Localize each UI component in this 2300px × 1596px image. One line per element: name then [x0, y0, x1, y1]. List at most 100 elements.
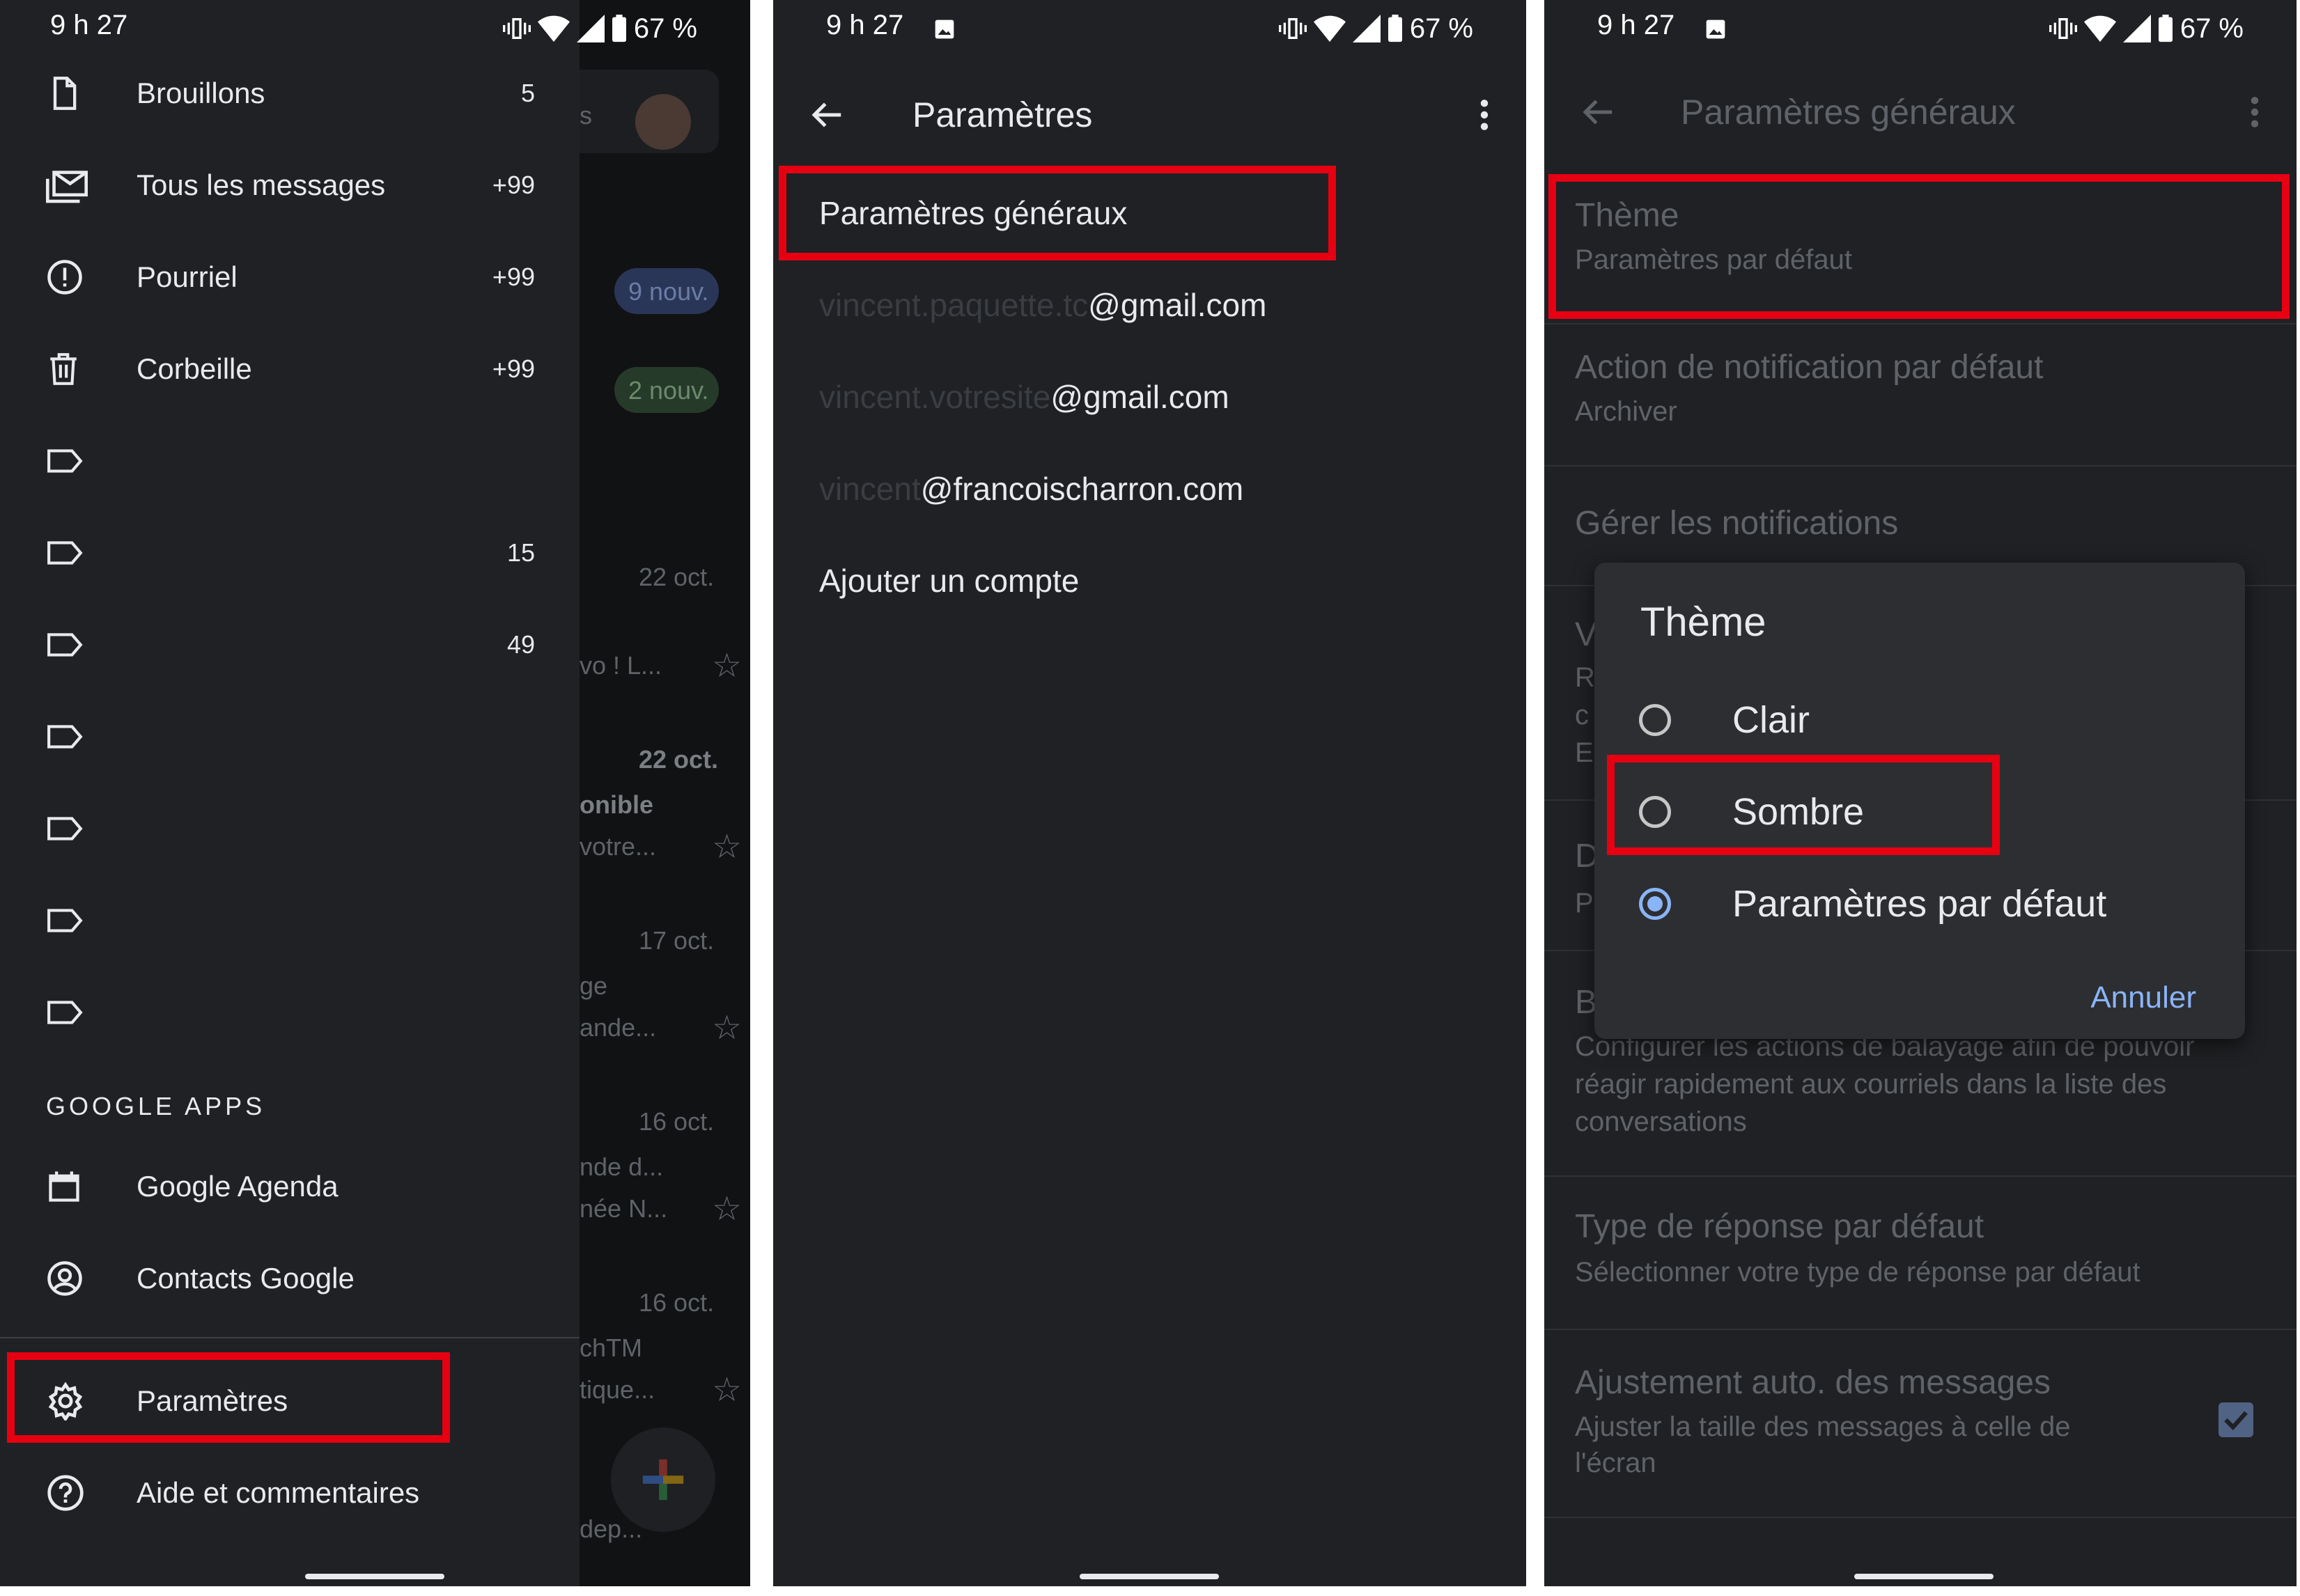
draft-icon: [53, 77, 77, 110]
vibrate-icon: [502, 18, 531, 39]
battery-icon: [612, 15, 626, 42]
add-account-item[interactable]: Ajouter un compte: [773, 535, 1526, 627]
nav-item-trash[interactable]: Corbeille +99: [0, 334, 580, 404]
nav-item-label: Tous les messages: [137, 169, 386, 201]
nav-item-google-agenda[interactable]: Google Agenda: [0, 1152, 580, 1221]
nav-item-settings[interactable]: Paramètres: [0, 1366, 580, 1436]
checkmark-icon: [2224, 1411, 2248, 1430]
star-icon[interactable]: ☆: [712, 1370, 742, 1409]
page-title: Paramètres généraux: [1681, 93, 2016, 132]
nav-item-label-folder[interactable]: [0, 702, 580, 772]
autofit-checkbox[interactable]: [2219, 1402, 2253, 1437]
back-arrow-icon[interactable]: [1579, 93, 1617, 131]
nav-item-spam[interactable]: Pourriel +99: [0, 242, 580, 312]
star-icon[interactable]: ☆: [712, 646, 742, 685]
label-icon: [47, 817, 83, 840]
setting-title: Ajustement auto. des messages: [1575, 1364, 2051, 1401]
theme-option-clair[interactable]: Clair: [1594, 674, 2245, 766]
more-vert-icon[interactable]: [2248, 95, 2262, 130]
battery-percent: 67 %: [2179, 13, 2244, 44]
battery-icon: [2158, 15, 2173, 42]
inbox-background: s 9 nouv. 2 nouv. 22 oct. vo ! L... ☆ 22…: [580, 0, 750, 1586]
setting-notification-action[interactable]: Action de notification par défaut Archiv…: [1544, 324, 2297, 467]
setting-subtitle: Configurer les actions de balayage afin …: [1575, 1031, 2195, 1137]
setting-title: Thème: [1575, 197, 1679, 234]
nav-item-all-mail[interactable]: Tous les messages +99: [0, 150, 580, 220]
label-icon: [47, 725, 83, 749]
item-label: Paramètres généraux: [819, 195, 1128, 231]
battery-icon: [1388, 15, 1402, 42]
radio-button[interactable]: [1639, 796, 1671, 828]
setting-subtitle: Sélectionner votre type de réponse par d…: [1575, 1257, 2140, 1288]
setting-autofit[interactable]: Ajustement auto. des messages Ajuster la…: [1544, 1330, 2297, 1518]
more-vert-icon[interactable]: [1477, 97, 1491, 132]
nav-item-drafts[interactable]: Brouillons 5: [0, 58, 580, 128]
vibrate-icon: [2049, 18, 2077, 39]
app-bar: Paramètres: [773, 70, 1526, 160]
page-title: Paramètres: [912, 95, 1093, 134]
setting-subtitle: P: [1575, 888, 1594, 918]
theme-option-sombre[interactable]: Sombre: [1594, 766, 2245, 858]
account-item[interactable]: vincent.paquette.tc@gmail.com: [773, 259, 1526, 351]
battery-percent: 67 %: [633, 13, 697, 44]
theme-dialog: Thème Clair Sombre Paramètres par défaut…: [1594, 563, 2245, 1039]
setting-reply-type[interactable]: Type de réponse par défaut Sélectionner …: [1544, 1177, 2297, 1330]
setting-subtitle: R: [1575, 662, 1595, 693]
nav-item-label: Pourriel: [137, 260, 238, 293]
general-settings-item[interactable]: Paramètres généraux: [773, 167, 1526, 259]
star-icon[interactable]: ☆: [712, 827, 742, 866]
star-icon[interactable]: ☆: [712, 1189, 742, 1228]
nav-item-label: Corbeille: [137, 352, 252, 385]
setting-subtitle: Ajuster la taille des messages à celle d…: [1575, 1411, 2071, 1442]
mail-snippet: dep...: [580, 1515, 643, 1543]
mail-date: 22 oct.: [639, 745, 719, 774]
nav-item-label-folder[interactable]: [0, 794, 580, 863]
setting-subtitle: Archiver: [1575, 396, 1677, 427]
setting-theme[interactable]: Thème Paramètres par défaut: [1544, 175, 2297, 324]
account-domain: @gmail.com: [1088, 287, 1267, 323]
nav-item-label-folder[interactable]: 49: [0, 610, 580, 680]
calendar-icon: [49, 1171, 79, 1202]
account-item[interactable]: vincent.votresite@gmail.com: [773, 351, 1526, 443]
mail-snippet: onible: [580, 790, 653, 819]
nav-item-label-folder[interactable]: [0, 886, 580, 955]
account-item[interactable]: vincent@francoischarron.com: [773, 443, 1526, 535]
signal-icon: [1352, 15, 1381, 42]
label-icon: [47, 449, 83, 473]
battery-percent: 67 %: [1409, 13, 1473, 44]
nav-item-help[interactable]: Aide et commentaires: [0, 1458, 580, 1528]
plus-icon: [642, 1459, 684, 1501]
cancel-button[interactable]: Annuler: [2090, 980, 2196, 1015]
home-indicator[interactable]: [305, 1574, 444, 1579]
gear-icon: [48, 1382, 83, 1421]
account-label: vincent.paquette.tc@gmail.com: [819, 286, 1266, 324]
setting-subtitle: l'écran: [1575, 1448, 1656, 1478]
avatar: [635, 94, 691, 150]
back-arrow-icon[interactable]: [808, 96, 846, 134]
option-label: Sombre: [1732, 791, 1865, 833]
app-bar: Paramètres généraux: [1544, 67, 2297, 157]
radio-button-selected[interactable]: [1639, 888, 1671, 920]
spam-icon: [47, 260, 82, 295]
theme-option-default[interactable]: Paramètres par défaut: [1594, 858, 2245, 950]
navigation-drawer: Brouillons 5 Tous les messages +99 Pourr…: [0, 0, 580, 1586]
star-icon[interactable]: ☆: [712, 1008, 742, 1047]
nav-item-contacts-google[interactable]: Contacts Google: [0, 1244, 580, 1313]
image-notification-icon: [1706, 19, 1725, 39]
radio-button[interactable]: [1639, 704, 1671, 736]
setting-subtitle: c: [1575, 700, 1589, 730]
account-label: vincent@francoischarron.com: [819, 470, 1243, 508]
wifi-icon: [2083, 15, 2116, 42]
nav-item-count: +99: [492, 263, 535, 291]
nav-item-label-folder[interactable]: [0, 978, 580, 1047]
wifi-icon: [1313, 15, 1346, 42]
nav-item-label-folder[interactable]: [0, 426, 580, 496]
setting-title: Action de notification par défaut: [1575, 349, 2044, 386]
nav-item-label-folder[interactable]: 15: [0, 518, 580, 588]
status-time: 9 h 27: [826, 10, 904, 40]
home-indicator[interactable]: [1854, 1574, 1994, 1579]
home-indicator[interactable]: [1080, 1574, 1219, 1579]
settings-screen: 9 h 27 67 % Paramètres Paramètres généra…: [773, 0, 1526, 1586]
mail-snippet: votre...: [580, 832, 657, 861]
mail-date: 16 oct.: [639, 1288, 715, 1317]
